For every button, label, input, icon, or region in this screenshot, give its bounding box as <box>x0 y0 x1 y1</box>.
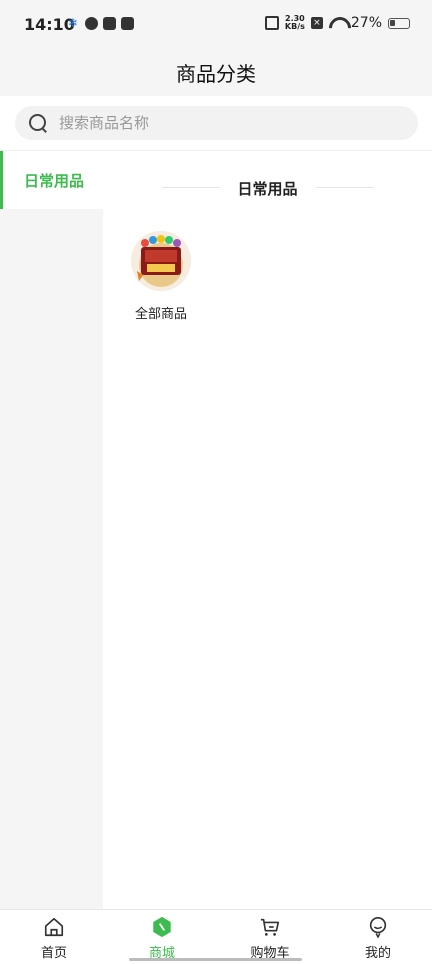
profile-icon <box>369 917 387 938</box>
wifi-icon <box>329 17 345 29</box>
weather-icon: ❄ <box>68 16 79 30</box>
home-icon <box>44 917 64 937</box>
sidebar-item-daily-goods[interactable]: 日常用品 <box>0 151 103 209</box>
category-content: 日常用品 全部商品 <box>103 151 432 909</box>
category-item-all-products[interactable]: 全部商品 <box>119 231 203 331</box>
sidebar-item-label: 日常用品 <box>24 171 85 190</box>
net-speed-unit: KB/s <box>284 22 305 31</box>
tab-profile[interactable]: 我的 <box>324 910 432 964</box>
tab-label: 首页 <box>40 946 67 961</box>
battery-icon <box>388 17 410 29</box>
battery-fill <box>390 19 395 26</box>
divider-line <box>316 187 374 188</box>
search-bar[interactable] <box>15 106 418 140</box>
home-indicator <box>129 958 302 961</box>
search-icon <box>29 114 47 132</box>
page-header: 商品分类 <box>0 50 432 96</box>
vibrate-icon <box>264 16 279 30</box>
supermarket-promo-image <box>131 231 191 291</box>
tab-home[interactable]: 首页 <box>0 910 108 964</box>
shop-icon <box>153 916 171 938</box>
section-title: 日常用品 <box>237 180 298 198</box>
category-label: 全部商品 <box>134 307 187 322</box>
app-badge-icon <box>121 17 134 30</box>
section-header: 日常用品 <box>103 178 432 198</box>
status-right: 2.30 KB/s × 27% <box>264 15 410 31</box>
no-sim-icon: × <box>310 17 323 29</box>
page-title: 商品分类 <box>176 62 256 86</box>
tiktok-icon <box>103 17 116 30</box>
search-area <box>0 96 432 151</box>
category-sidebar: 日常用品 <box>0 151 103 909</box>
notification-icons: ❄ <box>68 17 134 30</box>
cart-icon <box>260 918 280 936</box>
app-notification-icon <box>85 17 98 30</box>
tab-cart[interactable]: 购物车 <box>216 910 324 964</box>
status-bar: 14:10 ❄ 2.30 KB/s × 27% <box>0 0 432 50</box>
tab-shop[interactable]: 商城 <box>108 910 216 964</box>
battery-percent: 27% <box>350 15 382 31</box>
bottom-tab-bar: 首页 商城 购物车 我的 <box>0 909 432 964</box>
net-speed: 2.30 KB/s <box>285 15 305 31</box>
tab-label: 我的 <box>364 946 391 961</box>
search-input[interactable] <box>59 114 379 132</box>
